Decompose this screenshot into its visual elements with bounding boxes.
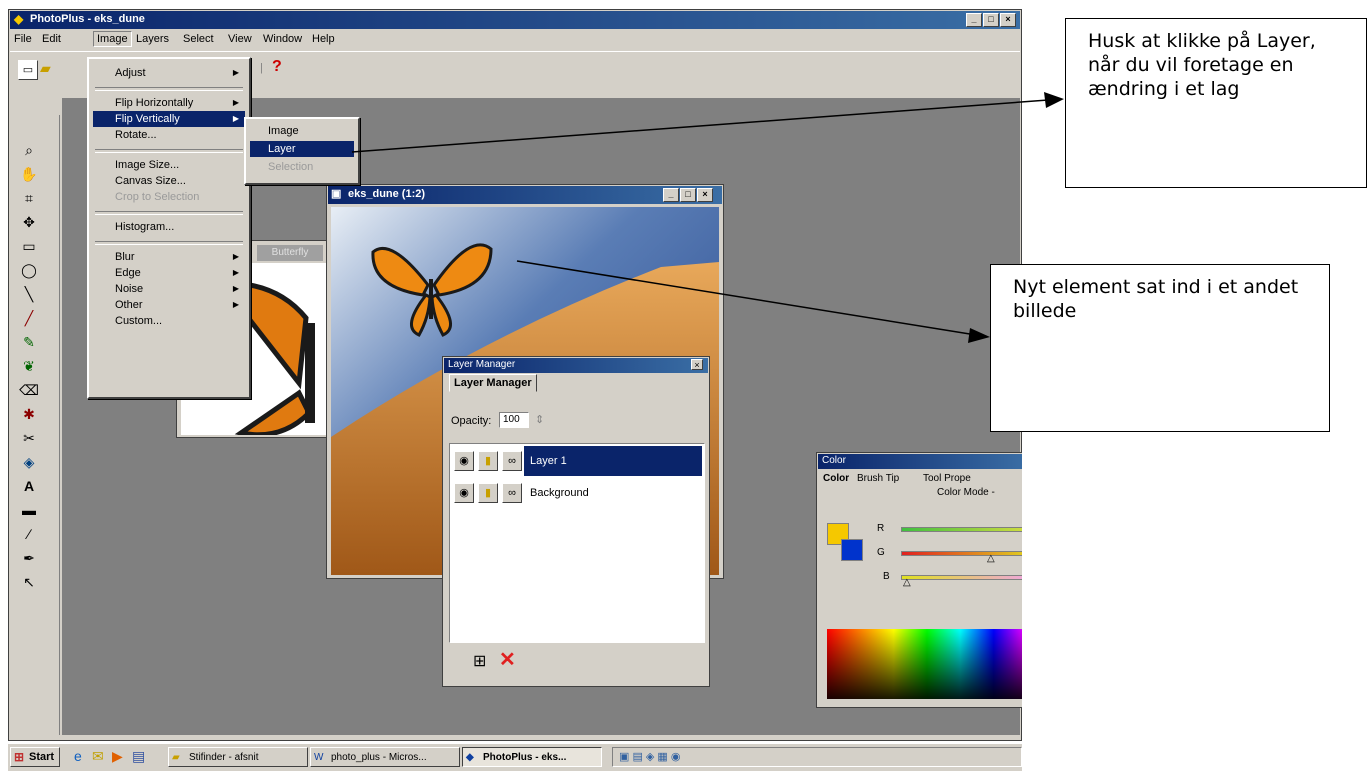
arrow-to-top-callout	[351, 99, 1049, 153]
arrowhead-right	[968, 328, 990, 343]
arrowhead-top	[1044, 92, 1064, 108]
arrow-to-right-callout	[516, 260, 977, 336]
callout-arrows	[351, 92, 1064, 343]
